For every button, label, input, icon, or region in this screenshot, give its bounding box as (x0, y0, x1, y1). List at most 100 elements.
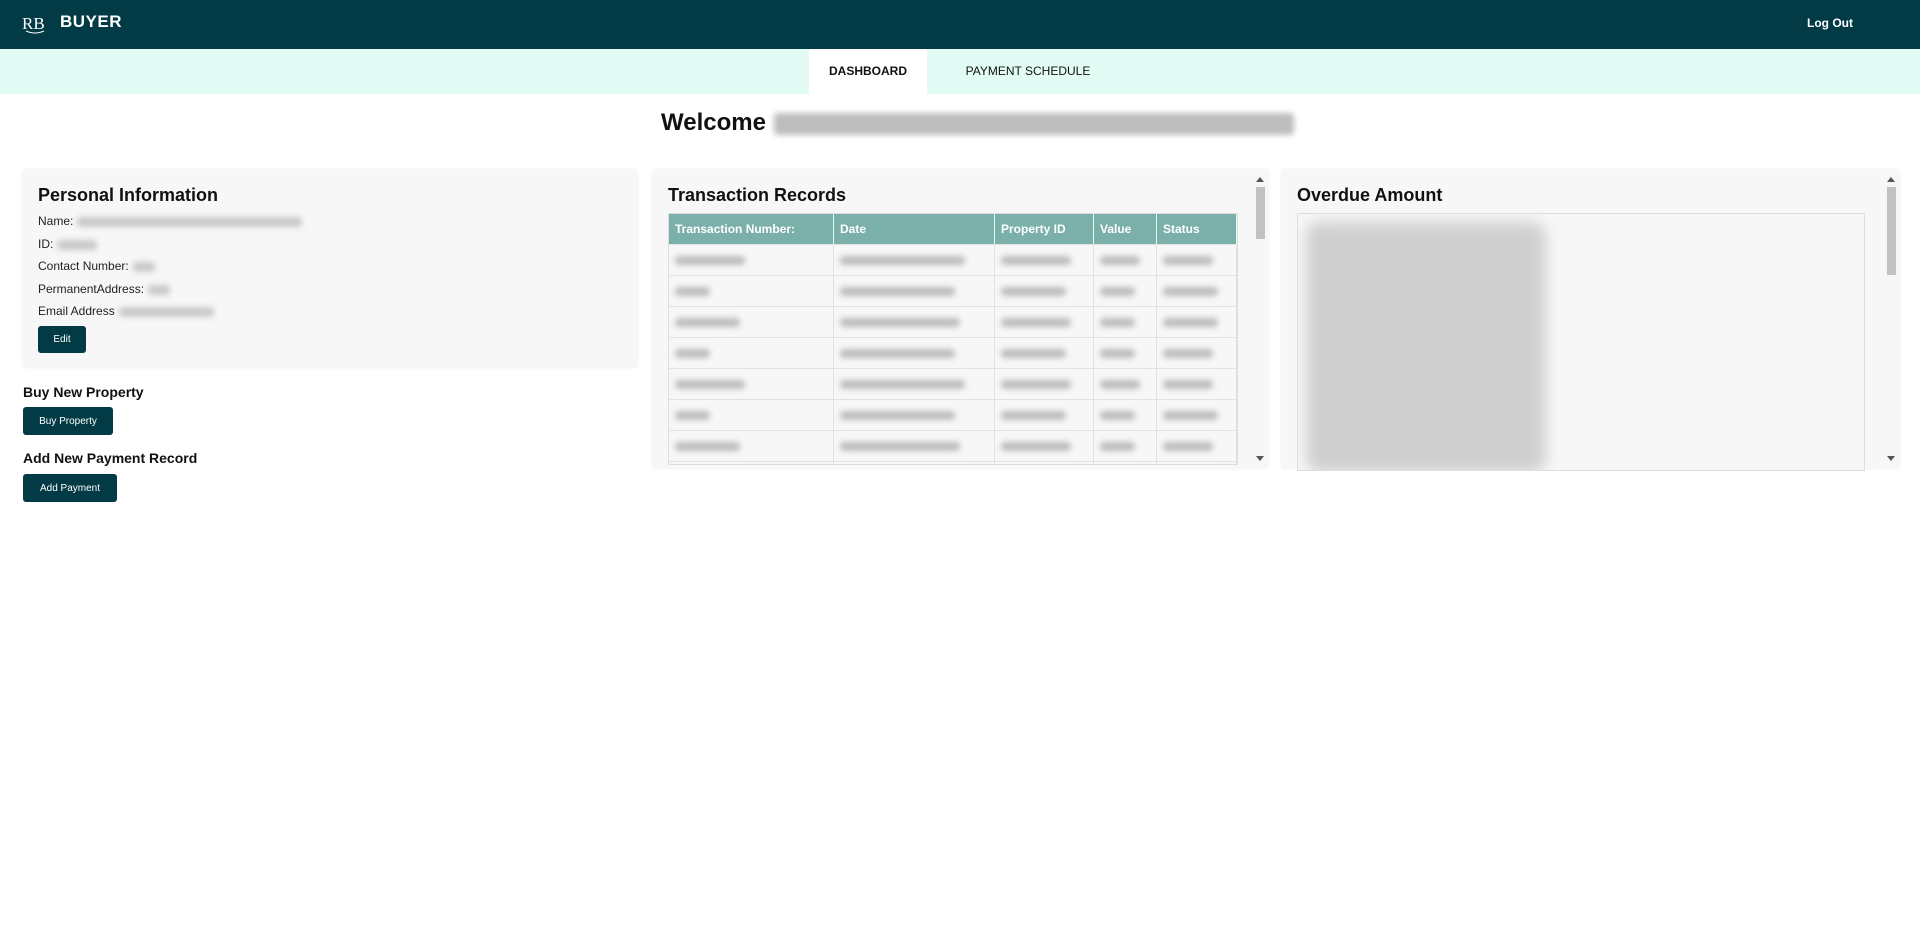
edit-button[interactable]: Edit (38, 326, 86, 353)
table-row (669, 337, 1237, 369)
table-cell (669, 337, 834, 369)
table-cell (833, 430, 995, 462)
table-cell (1093, 399, 1157, 431)
table-cell (833, 368, 995, 400)
overdue-scrollbar[interactable] (1885, 173, 1898, 465)
chevron-up-icon[interactable] (1256, 177, 1264, 182)
redacted-user-name (773, 112, 1294, 135)
transaction-records-card: Transaction Records Transaction Number: … (652, 169, 1269, 469)
address-label: PermanentAddress: (38, 282, 145, 296)
transactions-table-body (669, 244, 1237, 464)
table-cell (669, 461, 834, 464)
table-cell (1093, 461, 1157, 464)
transactions-table: Transaction Number: Date Property ID Val… (669, 214, 1237, 464)
column-header-property-id: Property ID (994, 214, 1094, 245)
table-row (669, 461, 1237, 464)
redacted-overdue-content (1306, 222, 1546, 470)
chevron-down-icon[interactable] (1887, 456, 1895, 461)
table-cell (669, 244, 834, 276)
chevron-down-icon[interactable] (1256, 456, 1264, 461)
table-cell (1156, 306, 1237, 338)
table-row (669, 275, 1237, 307)
table-cell (1156, 461, 1237, 464)
tab-dashboard[interactable]: DASHBOARD (809, 49, 927, 94)
table-cell (994, 399, 1094, 431)
overdue-content-box (1297, 213, 1865, 471)
table-cell (1156, 275, 1237, 307)
transactions-table-container[interactable]: Transaction Number: Date Property ID Val… (668, 213, 1238, 465)
table-cell (833, 399, 995, 431)
overdue-amount-card: Overdue Amount (1281, 169, 1900, 471)
redacted-id-value (57, 239, 98, 250)
add-payment-button[interactable]: Add Payment (23, 474, 117, 502)
table-cell (669, 399, 834, 431)
column-header-transaction-number: Transaction Number: (669, 214, 834, 245)
table-cell (1093, 430, 1157, 462)
table-cell (833, 275, 995, 307)
table-cell (994, 337, 1094, 369)
email-row: Email Address (38, 304, 214, 318)
table-cell (994, 461, 1094, 464)
add-payment-record-title: Add New Payment Record (23, 450, 198, 466)
name-label: Name: (38, 214, 74, 228)
redacted-address-value (148, 284, 171, 295)
personal-information-title: Personal Information (38, 185, 219, 205)
table-row (669, 399, 1237, 431)
table-cell (669, 275, 834, 307)
table-cell (1093, 306, 1157, 338)
table-row (669, 306, 1237, 338)
personal-information-card: Personal Information Name: ID: Contact N… (22, 169, 638, 368)
app-brand: BUYER (60, 12, 123, 31)
table-cell (1156, 430, 1237, 462)
overdue-amount-title: Overdue Amount (1297, 185, 1443, 205)
chevron-up-icon[interactable] (1887, 177, 1895, 182)
table-cell (1093, 368, 1157, 400)
tab-bar: DASHBOARD PAYMENT SCHEDULE (0, 49, 1920, 94)
scrollbar-thumb[interactable] (1887, 187, 1896, 275)
scrollbar-thumb[interactable] (1256, 187, 1265, 239)
table-cell (1093, 244, 1157, 276)
column-header-value: Value (1093, 214, 1157, 245)
table-row (669, 368, 1237, 400)
redacted-email-value (118, 306, 214, 317)
table-cell (669, 368, 834, 400)
transactions-scrollbar[interactable] (1254, 173, 1267, 465)
table-cell (833, 306, 995, 338)
table-row (669, 430, 1237, 462)
logout-button[interactable]: Log Out (1791, 12, 1869, 34)
buy-property-button[interactable]: Buy Property (23, 407, 113, 435)
column-header-date: Date (833, 214, 995, 245)
table-cell (1093, 275, 1157, 307)
welcome-heading: Welcome (661, 109, 1294, 137)
table-cell (669, 306, 834, 338)
svg-text:RB: RB (22, 14, 45, 33)
top-navbar: RB BUYER Log Out (0, 0, 1920, 49)
table-cell (669, 430, 834, 462)
table-cell (994, 275, 1094, 307)
table-cell (833, 244, 995, 276)
email-label: Email Address (38, 304, 115, 318)
id-label: ID: (38, 237, 54, 251)
address-row: PermanentAddress: (38, 282, 171, 296)
tab-payment-schedule[interactable]: PAYMENT SCHEDULE (948, 49, 1108, 94)
column-header-status: Status (1156, 214, 1237, 245)
id-row: ID: (38, 237, 98, 251)
welcome-text: Welcome (661, 109, 766, 136)
buy-new-property-title: Buy New Property (23, 384, 144, 400)
table-cell (994, 430, 1094, 462)
contact-row: Contact Number: (38, 259, 155, 273)
table-cell (833, 337, 995, 369)
redacted-contact-value (132, 261, 155, 272)
table-cell (994, 306, 1094, 338)
contact-label: Contact Number: (38, 259, 129, 273)
table-header-row: Transaction Number: Date Property ID Val… (669, 214, 1237, 245)
table-cell (1156, 337, 1237, 369)
table-cell (1156, 399, 1237, 431)
redacted-name-value (77, 216, 303, 227)
transaction-records-title: Transaction Records (668, 185, 847, 205)
table-cell (1093, 337, 1157, 369)
table-cell (1156, 244, 1237, 276)
table-cell (994, 368, 1094, 400)
table-cell (833, 461, 995, 464)
table-cell (1156, 368, 1237, 400)
